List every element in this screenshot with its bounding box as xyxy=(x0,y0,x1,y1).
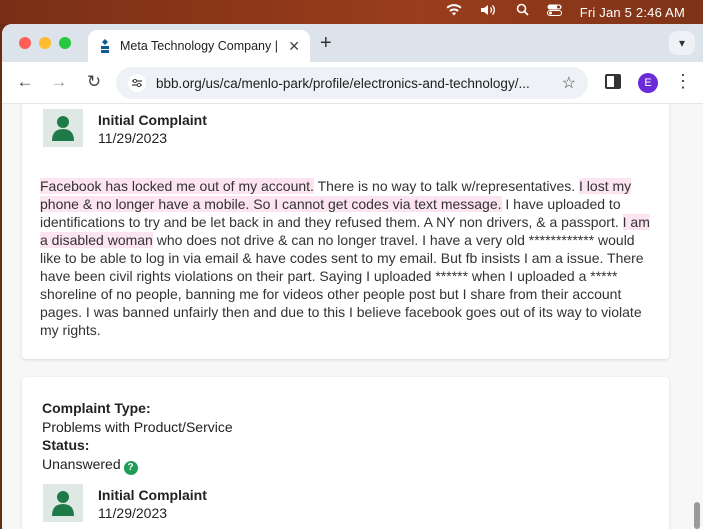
complaint-text-segment: There is no way to talk w/representative… xyxy=(313,178,580,194)
complaint-text: Facebook has locked me out of my account… xyxy=(40,177,652,339)
complaint-title: Initial Complaint xyxy=(98,487,207,503)
back-arrow-icon[interactable]: ← xyxy=(14,72,36,92)
tab-strip: Meta Technology Company | C ✕ + ▾ xyxy=(2,24,703,62)
macos-menu-bar: Fri Jan 5 2:46 AM xyxy=(0,0,703,24)
status-label: Status: xyxy=(42,437,90,453)
menubar-clock[interactable]: Fri Jan 5 2:46 AM xyxy=(580,5,685,20)
close-window-button[interactable] xyxy=(19,37,31,49)
volume-icon[interactable] xyxy=(480,0,498,24)
complaint-summary-card: Complaint Type: Problems with Product/Se… xyxy=(22,377,669,529)
browser-window: Meta Technology Company | C ✕ + ▾ ← → ↻ … xyxy=(2,24,703,529)
minimize-window-button[interactable] xyxy=(39,37,51,49)
complaint-date: 11/29/2023 xyxy=(98,505,168,521)
help-icon[interactable]: ? xyxy=(123,460,138,475)
control-center-icon[interactable] xyxy=(546,0,562,24)
tab-close-icon[interactable]: ✕ xyxy=(288,38,300,55)
complaint-type-value: Problems with Product/Service xyxy=(42,418,233,435)
more-options-icon[interactable]: ⋮ xyxy=(674,71,692,92)
complaint-heading: Initial Complaint 11/29/2023 xyxy=(98,484,207,522)
user-avatar-icon xyxy=(43,484,83,522)
complaint-header: Initial Complaint 11/29/2023 xyxy=(43,484,207,522)
address-bar[interactable]: bbb.org/us/ca/menlo-park/profile/electro… xyxy=(116,67,588,99)
browser-toolbar: ← → ↻ bbb.org/us/ca/menlo-park/profile/e… xyxy=(2,62,703,104)
highlighted-text: Facebook has locked me out of my account… xyxy=(40,178,314,194)
site-info-icon[interactable] xyxy=(128,74,146,92)
tab-search-chevron-icon[interactable]: ▾ xyxy=(669,31,695,55)
complaint-date: 11/29/2023 xyxy=(98,130,168,146)
complaint-heading: Initial Complaint 11/29/2023 xyxy=(98,109,207,147)
page-viewport: Initial Complaint 11/29/2023 Facebook ha… xyxy=(2,104,703,529)
bbb-favicon-icon xyxy=(98,39,112,53)
complaint-type-label: Complaint Type: xyxy=(42,400,151,416)
new-tab-icon[interactable]: + xyxy=(320,32,332,55)
url-text[interactable]: bbb.org/us/ca/menlo-park/profile/electro… xyxy=(156,76,556,91)
status-row: Unanswered? xyxy=(42,455,233,475)
active-tab[interactable]: Meta Technology Company | C ✕ xyxy=(88,30,310,62)
wifi-icon[interactable] xyxy=(446,0,462,24)
forward-arrow-icon[interactable]: → xyxy=(48,72,70,92)
reload-icon[interactable]: ↻ xyxy=(83,72,105,92)
profile-avatar[interactable]: E xyxy=(638,73,658,93)
window-controls xyxy=(19,37,71,49)
status-value: Unanswered xyxy=(42,455,121,472)
page-scrollbar[interactable] xyxy=(691,104,703,529)
user-avatar-icon xyxy=(43,109,83,147)
search-icon[interactable] xyxy=(516,0,529,24)
complaint-meta: Complaint Type: Problems with Product/Se… xyxy=(42,399,233,475)
bookmark-star-icon[interactable]: ☆ xyxy=(562,73,576,93)
side-panel-icon[interactable] xyxy=(605,74,621,89)
scrollbar-thumb[interactable] xyxy=(694,502,700,529)
zoom-window-button[interactable] xyxy=(59,37,71,49)
tab-title: Meta Technology Company | C xyxy=(120,39,281,53)
complaint-header: Initial Complaint 11/29/2023 xyxy=(43,109,207,147)
complaint-card: Initial Complaint 11/29/2023 Facebook ha… xyxy=(22,104,669,359)
complaint-title: Initial Complaint xyxy=(98,112,207,128)
